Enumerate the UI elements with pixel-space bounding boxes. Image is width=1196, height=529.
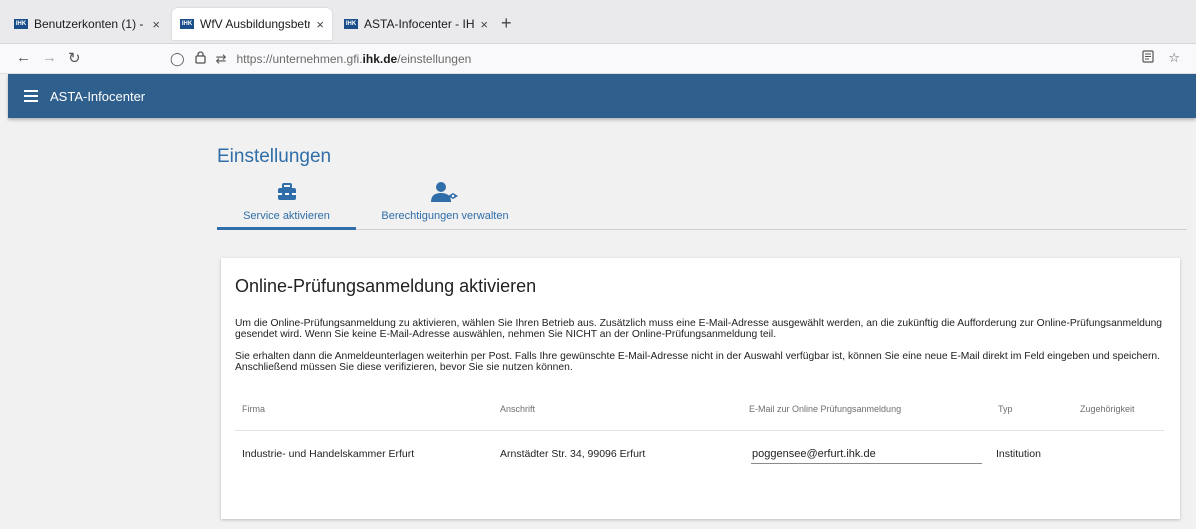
- cell-typ: Institution: [996, 448, 1041, 460]
- tab-service-aktivieren[interactable]: Service aktivieren: [217, 176, 356, 230]
- column-header-zugehoerigkeit: Zugehörigkeit: [1080, 404, 1135, 414]
- column-header-anschrift: Anschrift: [500, 404, 536, 414]
- browser-tab-strip: IHK Benutzerkonten (1) - LUX-BS × IHK Wf…: [0, 0, 1196, 44]
- page-title: Einstellungen: [217, 146, 332, 167]
- new-tab-button[interactable]: +: [501, 13, 512, 34]
- tab-berechtigungen-verwalten[interactable]: Berechtigungen verwalten: [377, 176, 513, 230]
- activation-card: Online-Prüfungsanmeldung aktivieren Um d…: [221, 258, 1180, 519]
- column-header-email: E-Mail zur Online Prüfungsanmeldung: [749, 404, 902, 414]
- cell-firma: Industrie- und Handelskammer Erfurt: [242, 448, 415, 460]
- ihk-favicon-icon: IHK: [180, 19, 194, 29]
- bookmark-star-icon[interactable]: ☆: [1168, 50, 1180, 66]
- browser-tab[interactable]: IHK Benutzerkonten (1) - LUX-BS ×: [6, 8, 168, 40]
- settings-tabs: Service aktivieren Berechtigungen verwal…: [217, 176, 1187, 230]
- url-text[interactable]: https://unternehmen.gfi.ihk.de/einstellu…: [236, 52, 471, 66]
- column-header-firma: Firma: [242, 404, 265, 414]
- browser-navigation-bar: ← → ↻ ◯ ⇄ https://unternehmen.gfi.ihk.de…: [0, 44, 1196, 74]
- browser-tab-title: Benutzerkonten (1) - LUX-BS: [34, 17, 146, 31]
- ihk-favicon-icon: IHK: [344, 19, 358, 29]
- column-header-typ: Typ: [998, 404, 1013, 414]
- ihk-favicon-icon: IHK: [14, 19, 28, 29]
- close-tab-icon[interactable]: ×: [152, 17, 160, 32]
- close-tab-icon[interactable]: ×: [316, 17, 324, 32]
- cell-anschrift: Arnstädter Str. 34, 99096 Erfurt: [500, 448, 646, 460]
- app-title: ASTA-Infocenter: [50, 88, 146, 104]
- table-divider: [235, 430, 1164, 431]
- reload-icon[interactable]: ↻: [68, 49, 81, 67]
- email-field[interactable]: poggensee@erfurt.ihk.de: [751, 444, 982, 464]
- back-arrow-icon[interactable]: ←: [16, 49, 31, 66]
- tab-label: Berechtigungen verwalten: [381, 210, 509, 222]
- forward-arrow-icon[interactable]: →: [42, 49, 57, 66]
- permissions-icon[interactable]: ⇄: [216, 51, 227, 67]
- toolbox-icon: [277, 180, 297, 204]
- shield-icon[interactable]: ◯: [170, 51, 185, 67]
- reader-view-icon[interactable]: [1142, 50, 1154, 66]
- app-header: ASTA-Infocenter: [8, 74, 1196, 118]
- tab-label: Service aktivieren: [243, 210, 330, 222]
- hamburger-menu-icon[interactable]: [24, 90, 38, 102]
- close-tab-icon[interactable]: ×: [480, 17, 488, 32]
- browser-tab-title: ASTA-Infocenter - IHK Erfurt: [364, 17, 475, 31]
- browser-tab-title: WfV Ausbildungsbetrieb: [200, 17, 311, 31]
- url-bar[interactable]: ◯ ⇄ https://unternehmen.gfi.ihk.de/einst…: [170, 47, 1180, 71]
- browser-tab[interactable]: IHK ASTA-Infocenter - IHK Erfurt ×: [336, 8, 496, 40]
- browser-tab-active[interactable]: IHK WfV Ausbildungsbetrieb ×: [172, 8, 332, 40]
- card-title: Online-Prüfungsanmeldung aktivieren: [235, 276, 537, 296]
- instruction-paragraph: Um die Online-Prüfungsanmeldung zu aktiv…: [235, 318, 1163, 340]
- instruction-paragraph: Sie erhalten dann die Anmeldeunterlagen …: [235, 351, 1160, 373]
- lock-icon[interactable]: [194, 51, 206, 67]
- user-key-icon: [431, 180, 459, 204]
